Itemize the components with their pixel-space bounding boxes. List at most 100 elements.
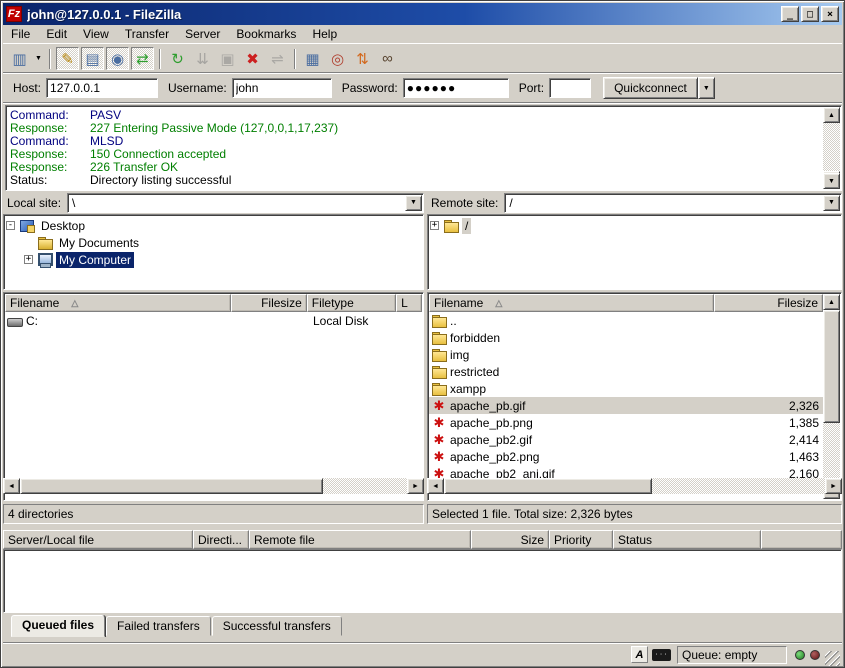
find-icon[interactable]: ∞ (376, 47, 399, 70)
minimize-button[interactable]: _ (781, 6, 799, 22)
filezilla-app-icon[interactable]: Fz (6, 6, 22, 22)
scroll-left-icon[interactable]: ◄ (3, 478, 20, 494)
file-row--[interactable]: .. (429, 312, 823, 329)
filter-icon[interactable]: ▦ (301, 47, 324, 70)
column-header-filetype[interactable]: Filetype (307, 294, 396, 312)
file-row-apache-pb-png[interactable]: ✱apache_pb.png1,385 (429, 414, 823, 431)
remote-horizontal-scrollbar[interactable]: ◄► (427, 478, 842, 494)
file-row-img[interactable]: img (429, 346, 823, 363)
site-manager-dropdown[interactable]: ▼ (32, 47, 45, 70)
scroll-down-icon[interactable]: ▼ (823, 173, 840, 189)
data-type-indicator-icon[interactable]: A (631, 646, 648, 663)
file-row-apache-pb-gif[interactable]: ✱apache_pb.gif2,326 (429, 397, 823, 414)
queueview-toggle-icon[interactable]: ⇄ (131, 47, 154, 70)
sync-browsing-icon[interactable]: ⇅ (351, 47, 374, 70)
message-log: Command:PASVResponse:227 Entering Passiv… (5, 105, 842, 191)
menu-transfer[interactable]: Transfer (117, 25, 177, 43)
remote-site-path: / (505, 196, 823, 210)
image-icon: ✱ (431, 450, 447, 464)
close-button[interactable]: × (821, 6, 839, 22)
tab-failed-transfers[interactable]: Failed transfers (106, 616, 211, 636)
compare-icon[interactable]: ◎ (326, 47, 349, 70)
column-header-server-local-file[interactable]: Server/Local file (3, 530, 193, 549)
username-input[interactable] (232, 78, 332, 98)
remote-site-dropdown-icon[interactable]: ▼ (823, 195, 840, 211)
tree-expander-icon[interactable]: + (24, 255, 33, 264)
local-site-dropdown-icon[interactable]: ▼ (405, 195, 422, 211)
title-bar[interactable]: Fz john@127.0.0.1 - FileZilla _ □ × (3, 3, 842, 25)
file-row-apache-pb2-gif[interactable]: ✱apache_pb2.gif2,414 (429, 431, 823, 448)
column-header-filesize[interactable]: Filesize (714, 294, 823, 312)
tab-successful-transfers[interactable]: Successful transfers (212, 616, 342, 636)
password-input[interactable] (403, 78, 509, 98)
column-header-size[interactable]: Size (471, 530, 549, 549)
host-input[interactable] (46, 78, 158, 98)
column-header-label: L (401, 296, 408, 310)
file-row-forbidden[interactable]: forbidden (429, 329, 823, 346)
file-name-cell: ✱apache_pb.gif (429, 399, 714, 413)
tree-item-my-documents[interactable]: My Documents (6, 234, 423, 251)
menu-edit[interactable]: Edit (38, 25, 75, 43)
tab-queued-files[interactable]: Queued files (11, 615, 105, 637)
maximize-button[interactable]: □ (801, 6, 819, 22)
file-row-xampp[interactable]: xampp (429, 380, 823, 397)
folder-icon (431, 348, 447, 362)
column-header-filesize[interactable]: Filesize (231, 294, 306, 312)
tree-expander-icon[interactable]: + (430, 221, 439, 230)
scroll-right-icon[interactable]: ► (825, 478, 842, 494)
scroll-left-icon[interactable]: ◄ (427, 478, 444, 494)
message-log-toggle-icon[interactable]: ✎ (56, 47, 79, 70)
menu-file[interactable]: File (3, 25, 38, 43)
quickconnect-bar: Host: Username: Password: Port: Quickcon… (3, 74, 842, 103)
column-header-l[interactable]: L (396, 294, 422, 312)
scroll-up-icon[interactable]: ▲ (823, 107, 840, 123)
local-treeview-toggle-icon[interactable]: ▤ (81, 47, 104, 70)
scrollbar-thumb[interactable] (444, 478, 652, 494)
menu-help[interactable]: Help (304, 25, 345, 43)
column-header-status[interactable]: Status (613, 530, 761, 549)
refresh-icon[interactable]: ↻ (166, 47, 189, 70)
column-header-filename[interactable]: Filename△ (5, 294, 231, 312)
image-icon: ✱ (431, 416, 447, 430)
port-input[interactable] (549, 78, 591, 98)
scrollbar-thumb[interactable] (823, 310, 840, 423)
quickconnect-button[interactable]: Quickconnect (603, 77, 698, 99)
local-horizontal-scrollbar[interactable]: ◄► (3, 478, 424, 494)
file-row-restricted[interactable]: restricted (429, 363, 823, 380)
column-header-filename[interactable]: Filename△ (429, 294, 714, 312)
column-header-remote-file[interactable]: Remote file (249, 530, 471, 549)
file-name-cell: ✱apache_pb2.png (429, 450, 714, 464)
local-site-combo[interactable]: \ ▼ (67, 193, 424, 213)
column-header-label: Filename (10, 296, 59, 310)
column-header-blank[interactable] (761, 530, 842, 549)
quickconnect-dropdown-icon[interactable]: ▼ (698, 77, 715, 99)
disconnect-icon[interactable]: ✖ (241, 47, 264, 70)
resize-grip[interactable] (825, 651, 840, 666)
tree-expander-icon[interactable]: - (6, 221, 15, 230)
scrollbar-thumb[interactable] (20, 478, 323, 494)
remote-treeview-toggle-icon[interactable]: ◉ (106, 47, 129, 70)
scroll-up-icon[interactable]: ▲ (823, 294, 840, 310)
column-header-label: Filetype (312, 296, 354, 310)
indicator-badge-icon[interactable]: ··· (652, 649, 671, 661)
menu-bookmarks[interactable]: Bookmarks (228, 25, 304, 43)
cancel-operation-icon: ▣ (216, 47, 239, 70)
scroll-right-icon[interactable]: ► (407, 478, 424, 494)
file-row-apache-pb2-png[interactable]: ✱apache_pb2.png1,463 (429, 448, 823, 465)
tree-item-label: / (462, 218, 471, 234)
tree-item-desktop[interactable]: -Desktop (6, 217, 423, 234)
toolbar-separator (294, 49, 296, 69)
local-status-text: 4 directories (3, 504, 424, 524)
menu-view[interactable]: View (75, 25, 117, 43)
column-header-directi-[interactable]: Directi... (193, 530, 249, 549)
site-manager-icon[interactable]: ▥ (8, 47, 31, 70)
window-title: john@127.0.0.1 - FileZilla (27, 7, 779, 22)
message-log-scrollbar[interactable]: ▲▼ (823, 107, 840, 189)
tree-item--[interactable]: +/ (430, 217, 841, 234)
remote-site-combo[interactable]: / ▼ (504, 193, 842, 213)
menu-server[interactable]: Server (177, 25, 228, 43)
remote-vertical-scrollbar[interactable]: ▲▼ (823, 294, 840, 499)
file-row-c-[interactable]: C:Local Disk (5, 312, 422, 329)
column-header-priority[interactable]: Priority (549, 530, 613, 549)
tree-item-my-computer[interactable]: +My Computer (6, 251, 423, 268)
